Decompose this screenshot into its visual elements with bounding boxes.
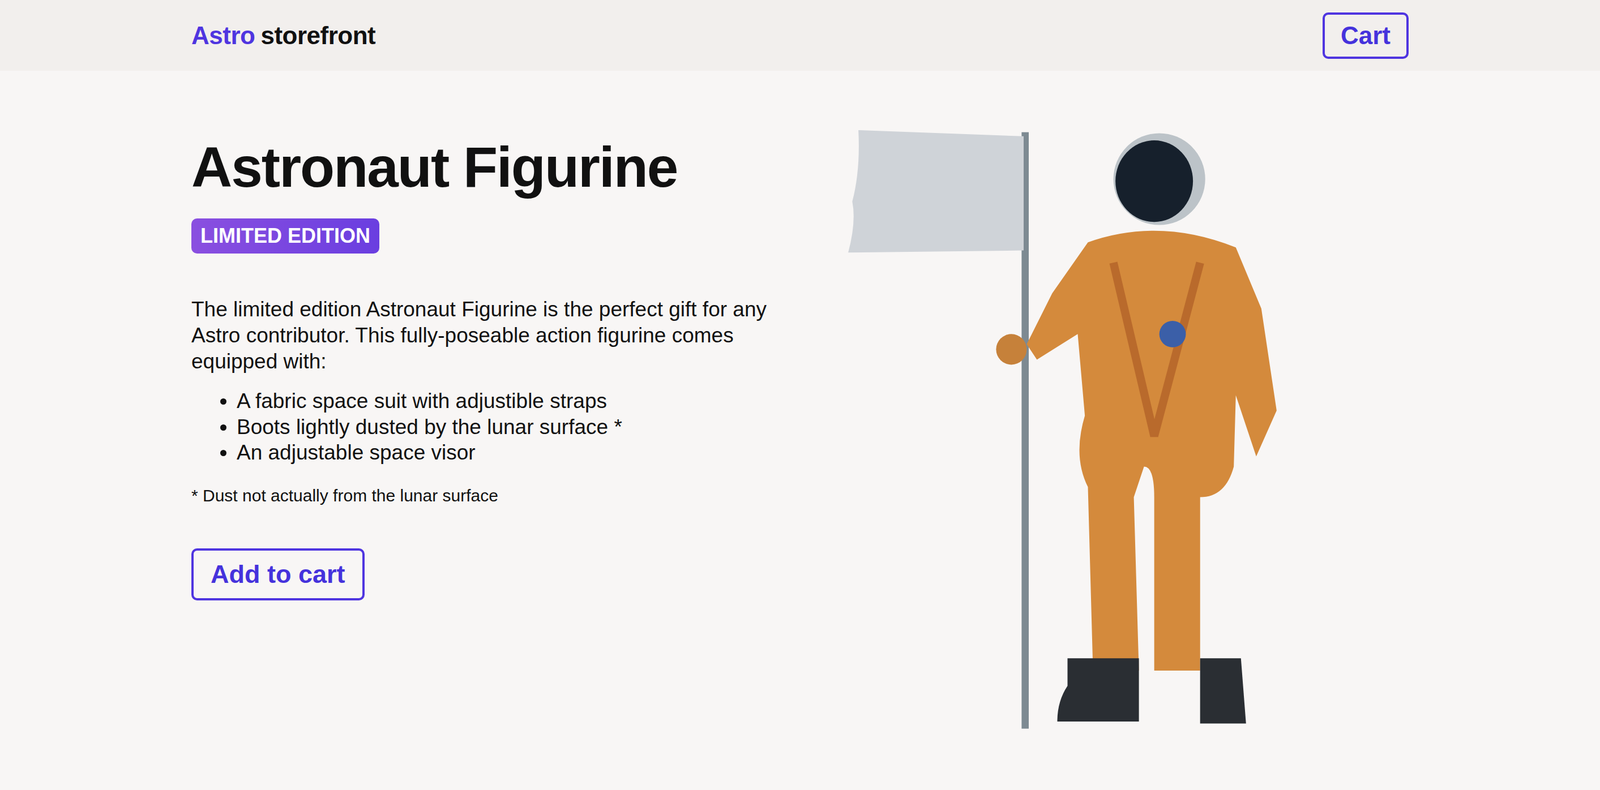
- product-image: [848, 130, 1409, 733]
- page: Astro storefront Cart Astronaut Figurine…: [0, 0, 1600, 790]
- footnote: * Dust not actually from the lunar surfa…: [191, 486, 499, 506]
- logo-text: storefront: [260, 21, 376, 50]
- product-section: Astronaut Figurine LIMITED EDITION The l…: [191, 70, 1409, 733]
- cart-button[interactable]: Cart: [1322, 12, 1409, 59]
- feature-list: A fabric space suit with adjustible stra…: [191, 388, 623, 467]
- hand: [995, 334, 1027, 365]
- feature-item: An adjustable space visor: [236, 439, 623, 466]
- feature-item: Boots lightly dusted by the lunar surfac…: [236, 414, 623, 441]
- add-to-cart-button[interactable]: Add to cart: [191, 548, 365, 601]
- visor: [1115, 140, 1193, 222]
- product-title: Astronaut Figurine: [191, 135, 678, 199]
- limited-badge: LIMITED EDITION: [191, 218, 380, 254]
- space-suit: [1026, 230, 1277, 671]
- right-boot: [1200, 658, 1247, 724]
- header: Astro storefront Cart: [0, 0, 1600, 71]
- helmet: [1113, 133, 1206, 225]
- product-description: The limited edition Astronaut Figurine i…: [191, 296, 795, 375]
- nasa-patch: [1159, 321, 1187, 348]
- suit-straps: [1113, 262, 1201, 436]
- feature-item: A fabric space suit with adjustible stra…: [236, 388, 623, 415]
- logo-brand: Astro: [191, 21, 255, 50]
- product-info: Astronaut Figurine LIMITED EDITION The l…: [191, 135, 815, 733]
- astronaut-icon: [848, 130, 1298, 733]
- left-boot: [1057, 658, 1139, 722]
- flag: [848, 130, 1024, 253]
- logo[interactable]: Astro storefront: [191, 21, 376, 50]
- header-inner: Astro storefront Cart: [191, 12, 1409, 59]
